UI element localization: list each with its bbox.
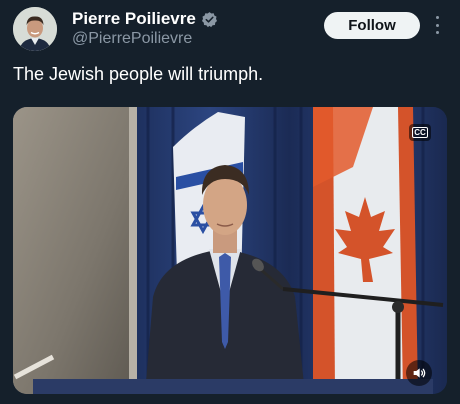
video-frame (13, 107, 447, 394)
tweet-text: The Jewish people will triumph. (13, 64, 264, 84)
video-player[interactable]: CC (13, 107, 447, 394)
captions-label: CC (412, 127, 428, 138)
avatar[interactable] (13, 7, 57, 51)
more-vertical-icon[interactable] (430, 14, 444, 36)
volume-icon (413, 368, 426, 378)
author-display-name[interactable]: Pierre Poilievre (72, 9, 196, 29)
author-name-row: Pierre Poilievre (72, 9, 218, 29)
follow-button[interactable]: Follow (324, 12, 420, 39)
tweet-card: Pierre Poilievre @PierrePoilievre Follow… (0, 0, 460, 404)
author-handle[interactable]: @PierrePoilievre (72, 30, 192, 48)
captions-button[interactable]: CC (409, 124, 431, 141)
verified-badge-icon (201, 11, 217, 27)
volume-button[interactable] (406, 360, 432, 386)
avatar-photo (13, 7, 57, 51)
